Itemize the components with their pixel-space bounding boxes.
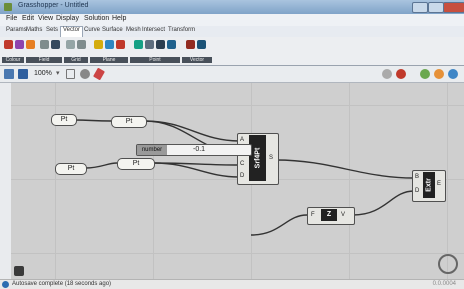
grid-icon[interactable] — [77, 40, 86, 49]
preview-selected-icon[interactable] — [420, 69, 430, 79]
srf4pt-core: Srf4Pt — [249, 135, 266, 181]
colour-icon[interactable] — [4, 40, 13, 49]
status-version: 0.0.0004 — [432, 281, 456, 287]
sketch-icon[interactable] — [66, 69, 75, 79]
plane-icon[interactable] — [94, 40, 103, 49]
menu-view[interactable]: View — [38, 15, 53, 22]
canvas-menu-icon[interactable] — [14, 266, 24, 276]
extr-component[interactable]: B D Extr E — [412, 170, 446, 202]
point-icon[interactable] — [167, 40, 176, 49]
title-bar: Grasshopper - Untitled — [0, 0, 464, 14]
component-name: Z — [326, 211, 332, 218]
component-name: Srf4Pt — [254, 147, 261, 169]
input-pin-c[interactable]: C — [240, 161, 244, 167]
ribbon-section-vector: Vector — [182, 57, 212, 63]
wire — [250, 214, 308, 236]
ribbon-section-plane: Plane — [90, 57, 128, 63]
tab-maths[interactable]: Maths — [24, 27, 44, 33]
wire — [275, 159, 415, 179]
input-pin-d[interactable]: D — [240, 173, 244, 179]
preview-mesh-icon[interactable] — [434, 69, 444, 79]
slider-value[interactable]: -0.1 — [193, 145, 205, 155]
input-pin-f[interactable]: F — [311, 212, 315, 218]
component-name: Extr — [425, 178, 433, 192]
eye-icon[interactable] — [80, 69, 90, 79]
number-slider[interactable]: number -0.1 — [136, 144, 252, 156]
plane-icon[interactable] — [105, 40, 114, 49]
output-pin-v[interactable]: V — [341, 212, 345, 218]
unit-z-component[interactable]: F Z V — [307, 207, 355, 225]
ribbon-section-grid: Grid — [64, 57, 88, 63]
srf4pt-component[interactable]: A B C D Srf4Pt S — [237, 133, 279, 185]
minimize-button[interactable] — [412, 2, 428, 13]
wire — [352, 190, 415, 216]
extr-core: Extr — [423, 172, 435, 198]
menu-help[interactable]: Help — [112, 15, 126, 22]
tab-sets[interactable]: Sets — [44, 27, 60, 33]
wire — [85, 162, 118, 169]
menu-display[interactable]: Display — [56, 15, 79, 22]
canvas-toolbar: 100% ▾ — [0, 66, 464, 83]
input-pin-b[interactable]: B — [415, 174, 419, 180]
preview-wire-icon[interactable] — [382, 69, 392, 79]
output-pin-e[interactable]: E — [437, 181, 441, 187]
open-icon[interactable] — [4, 69, 14, 79]
point-icon[interactable] — [145, 40, 154, 49]
field-icon[interactable] — [51, 40, 60, 49]
zoom-level[interactable]: 100% — [34, 69, 52, 79]
app-icon — [4, 3, 12, 11]
status-message: Autosave complete (18 seconds ago) — [12, 281, 112, 287]
point-icon[interactable] — [156, 40, 165, 49]
component-ribbon: Colour Field Grid Plane Point Vector — [0, 37, 464, 66]
menu-solution[interactable]: Solution — [84, 15, 109, 22]
window-title: Grasshopper - Untitled — [18, 2, 89, 9]
tab-surface[interactable]: Surface — [100, 27, 125, 33]
tab-vector[interactable]: Vector — [60, 26, 84, 37]
tab-transform[interactable]: Transform — [166, 27, 197, 33]
slider-label: number — [137, 145, 167, 155]
output-pin-s[interactable]: S — [269, 155, 273, 161]
menu-edit[interactable]: Edit — [22, 15, 34, 22]
field-icon[interactable] — [26, 40, 35, 49]
colour-icon[interactable] — [15, 40, 24, 49]
wire — [144, 120, 240, 142]
ribbon-section-point: Point — [130, 57, 180, 63]
point-param[interactable]: Pt — [111, 116, 147, 128]
point-icon[interactable] — [134, 40, 143, 49]
point-param[interactable]: Pt — [55, 163, 87, 175]
preview-settings-icon[interactable] — [448, 69, 458, 79]
ribbon-section-colour: Colour — [2, 57, 24, 63]
input-pin-a[interactable]: A — [240, 137, 244, 143]
canvas-navigator-icon[interactable] — [438, 254, 458, 274]
status-icon — [2, 281, 9, 288]
maximize-button[interactable] — [428, 2, 444, 13]
vector-icon[interactable] — [186, 40, 195, 49]
input-pin-d[interactable]: D — [415, 188, 419, 194]
save-icon[interactable] — [18, 69, 28, 79]
close-button[interactable] — [443, 2, 464, 13]
wire — [73, 119, 112, 122]
tab-curve[interactable]: Curve — [82, 27, 102, 33]
unit-z-core: Z — [321, 209, 337, 221]
preview-shaded-icon[interactable] — [396, 69, 406, 79]
point-param[interactable]: Pt — [51, 114, 77, 126]
point-param[interactable]: Pt — [117, 158, 155, 170]
plane-icon[interactable] — [116, 40, 125, 49]
grasshopper-canvas[interactable]: Pt Pt Pt Pt A B C D Srf4Pt S B D Extr E … — [11, 83, 464, 279]
field-icon[interactable] — [40, 40, 49, 49]
zoom-dropdown-icon[interactable]: ▾ — [56, 69, 60, 79]
grid-icon[interactable] — [66, 40, 75, 49]
ribbon-section-field: Field — [26, 57, 62, 63]
pen-icon[interactable] — [93, 67, 105, 81]
vector-icon[interactable] — [197, 40, 206, 49]
tab-intersect[interactable]: Intersect — [140, 27, 167, 33]
menu-file[interactable]: File — [6, 15, 17, 22]
